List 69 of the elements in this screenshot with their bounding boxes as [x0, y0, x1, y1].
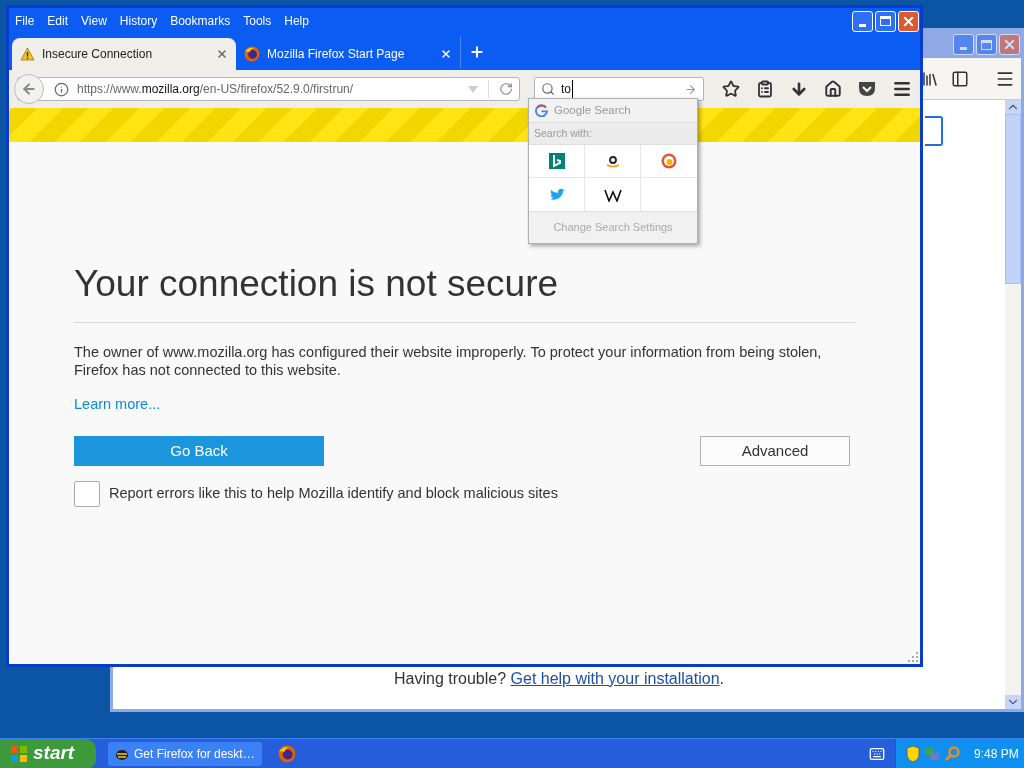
advanced-button[interactable]: Advanced: [700, 435, 850, 466]
menu-item[interactable]: File: [15, 12, 35, 30]
menu-item[interactable]: Tools: [243, 12, 272, 30]
shield-check-icon[interactable]: [858, 81, 876, 97]
warning-icon: [20, 47, 35, 61]
go-back-button[interactable]: Go Back: [74, 435, 324, 466]
info-icon[interactable]: [54, 81, 69, 97]
tab[interactable]: Mozilla Firefox Start Page: [236, 38, 460, 70]
duck-logo-icon: [661, 153, 677, 169]
home-icon[interactable]: [824, 80, 842, 98]
error-description: The owner of www.mozilla.org has configured their website improperly. To protect your information from being stolen, Firefox has not connected to this website.: [74, 343, 823, 379]
start-button[interactable]: start: [0, 738, 96, 768]
firefox-icon: [278, 744, 296, 763]
tab[interactable]: Insecure Connection: [12, 38, 236, 70]
search-icon: [541, 82, 555, 96]
shield-icon[interactable]: [906, 745, 920, 762]
menu-item[interactable]: View: [81, 12, 107, 30]
close-button[interactable]: [898, 10, 919, 32]
help-link[interactable]: Get help with your installation: [510, 670, 720, 687]
search-with-header: Search with:: [534, 125, 592, 141]
clipboard-icon[interactable]: [756, 80, 774, 98]
scroll-up-icon[interactable]: [1005, 100, 1021, 114]
minimize-button[interactable]: [852, 10, 873, 32]
close-tab-icon[interactable]: [216, 48, 228, 60]
url-text: https://www.mozilla.org/en-US/firefox/52.9.0/firstrun/: [77, 81, 355, 98]
taskbar-button[interactable]: Get Firefox for deskt…: [108, 741, 262, 766]
back-button[interactable]: [14, 74, 44, 104]
minimize-button[interactable]: [953, 34, 974, 55]
menu-icon[interactable]: [892, 79, 912, 99]
w-logo-icon: [603, 187, 622, 202]
b-logo-icon: [548, 153, 565, 169]
scroll-thumb[interactable]: [1005, 114, 1021, 284]
close-icon: [1002, 37, 1017, 52]
error-title: Your connection is not secure: [74, 262, 560, 306]
sidebar-icon[interactable]: [951, 69, 969, 88]
library-icon[interactable]: [921, 69, 939, 88]
close-tab-icon[interactable]: [440, 48, 452, 60]
maximize-button[interactable]: [976, 34, 997, 55]
back-icon: [21, 81, 37, 97]
scroll-down-icon[interactable]: [1005, 695, 1021, 709]
clock: 9:48 PM: [974, 745, 1019, 763]
star-icon[interactable]: [722, 80, 740, 98]
g-logo-icon: [535, 104, 548, 117]
download-icon[interactable]: [790, 80, 808, 98]
suggestion-text: Google Search: [554, 102, 631, 118]
menu-item[interactable]: History: [119, 12, 158, 30]
reload-icon[interactable]: [499, 82, 513, 96]
go-arrow-icon[interactable]: [684, 82, 697, 96]
bird-icon: [548, 187, 565, 202]
outlined-field[interactable]: [925, 116, 943, 146]
tab-title: Insecure Connection: [42, 46, 154, 63]
url-bar[interactable]: https://www.mozilla.org/en-US/firefox/52.9.0/firstrun/: [17, 77, 520, 101]
tab-title: Mozilla Firefox Start Page: [267, 46, 406, 63]
menu-item[interactable]: Edit: [47, 12, 69, 30]
menu-item[interactable]: Bookmarks: [170, 12, 231, 30]
checkbox-label: Report errors like this to help Mozilla identify and block malicious sites: [109, 483, 558, 503]
new-tab-icon[interactable]: [469, 44, 485, 60]
a-logo-icon: [604, 153, 621, 169]
checkbox[interactable]: [74, 480, 100, 507]
learn-more-link[interactable]: Learn more...: [74, 394, 161, 416]
scrollbar[interactable]: [1005, 100, 1021, 709]
resize-grip-icon[interactable]: [908, 652, 918, 662]
menu-item[interactable]: Help: [284, 12, 309, 30]
search-field[interactable]: to: [534, 77, 704, 101]
maximize-button[interactable]: [875, 10, 896, 32]
help-text: Having trouble? Get help with your installation.: [393, 669, 725, 689]
keyboard-icon[interactable]: [869, 745, 885, 762]
windows-logo-icon: [10, 744, 28, 763]
firefox-icon: [244, 46, 260, 62]
